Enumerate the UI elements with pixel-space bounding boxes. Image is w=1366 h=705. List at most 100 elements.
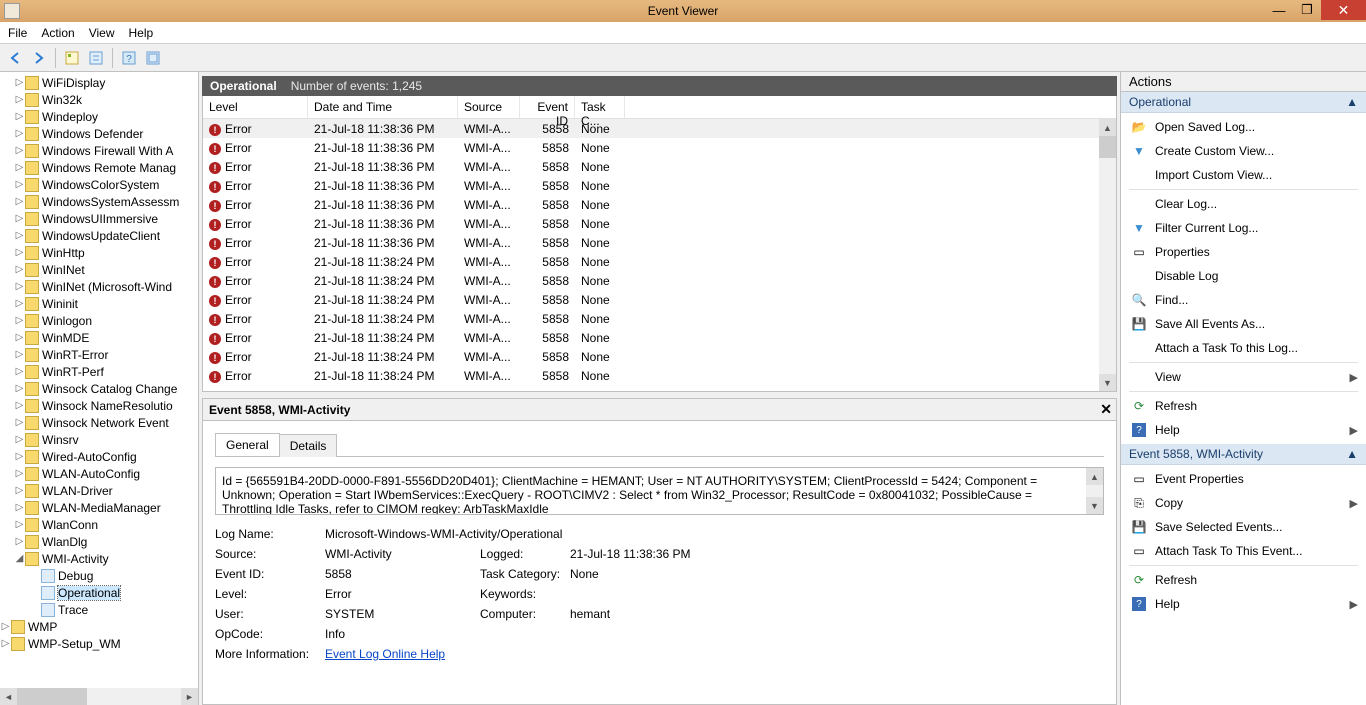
table-row[interactable]: !Error21-Jul-18 11:38:36 PMWMI-A...5858N…	[203, 195, 1116, 214]
tree-item[interactable]: ▷WinINet (Microsoft-Wind	[0, 278, 198, 295]
tree-item[interactable]: ▷WMP-Setup_WM	[0, 635, 198, 652]
description-box[interactable]: Id = {565591B4-20DD-0000-F891-5556DD20D4…	[215, 467, 1104, 515]
forward-button[interactable]	[28, 47, 50, 69]
table-row[interactable]: !Error21-Jul-18 11:38:36 PMWMI-A...5858N…	[203, 176, 1116, 195]
vertical-scrollbar[interactable]: ▲▼	[1099, 119, 1116, 391]
tree-item[interactable]: ▷WindowsUIImmersive	[0, 210, 198, 227]
action-item[interactable]: 💾Save Selected Events...	[1121, 515, 1366, 539]
action-item[interactable]: ⟳Refresh	[1121, 394, 1366, 418]
show-tree-button[interactable]	[61, 47, 83, 69]
tree-pane: ▷WiFiDisplay▷Win32k▷Windeploy▷Windows De…	[0, 72, 199, 705]
action-item[interactable]: 💾Save All Events As...	[1121, 312, 1366, 336]
action-item[interactable]: ⟳Refresh	[1121, 568, 1366, 592]
horizontal-scrollbar[interactable]: ◄►	[0, 688, 198, 705]
action-item[interactable]: Import Custom View...	[1121, 163, 1366, 187]
table-row[interactable]: !Error21-Jul-18 11:38:24 PMWMI-A...5858N…	[203, 290, 1116, 309]
action-item[interactable]: ▭Event Properties	[1121, 467, 1366, 491]
tree-item[interactable]: ▷WLAN-MediaManager	[0, 499, 198, 516]
menu-action[interactable]: Action	[41, 26, 74, 40]
table-row[interactable]: !Error21-Jul-18 11:38:24 PMWMI-A...5858N…	[203, 252, 1116, 271]
more-info-link[interactable]: Event Log Online Help	[325, 647, 445, 661]
action-item[interactable]: ⎘Copy▶	[1121, 491, 1366, 515]
tree-item-child[interactable]: Operational	[0, 584, 198, 601]
action-item[interactable]: ?Help▶	[1121, 418, 1366, 442]
action-item[interactable]: View▶	[1121, 365, 1366, 389]
tab-general[interactable]: General	[215, 433, 280, 456]
description-scrollbar[interactable]: ▲▼	[1086, 468, 1103, 514]
action-item[interactable]: Clear Log...	[1121, 192, 1366, 216]
menu-file[interactable]: File	[8, 26, 27, 40]
tree-item[interactable]: ▷WMP	[0, 618, 198, 635]
table-row[interactable]: !Error21-Jul-18 11:38:24 PMWMI-A...5858N…	[203, 271, 1116, 290]
tree-item[interactable]: ▷Windows Firewall With A	[0, 142, 198, 159]
tree-item[interactable]: ▷WlanDlg	[0, 533, 198, 550]
tree-item-child[interactable]: Trace	[0, 601, 198, 618]
toolbar-icon-4[interactable]	[142, 47, 164, 69]
actions-section-event[interactable]: Event 5858, WMI-Activity▲	[1121, 444, 1366, 465]
tree-item[interactable]: ▷WiFiDisplay	[0, 74, 198, 91]
table-row[interactable]: !Error21-Jul-18 11:38:36 PMWMI-A...5858N…	[203, 138, 1116, 157]
tab-details[interactable]: Details	[279, 434, 338, 457]
tree-item[interactable]: ▷WinHttp	[0, 244, 198, 261]
tree-label: Winsock NameResolutio	[42, 399, 173, 413]
action-item[interactable]: 📂Open Saved Log...	[1121, 115, 1366, 139]
action-icon	[1131, 340, 1147, 356]
tree-item[interactable]: ▷WlanConn	[0, 516, 198, 533]
event-count: Number of events: 1,245	[291, 79, 422, 93]
col-source[interactable]: Source	[458, 96, 520, 118]
col-level[interactable]: Level	[203, 96, 308, 118]
menu-view[interactable]: View	[89, 26, 115, 40]
tree-item[interactable]: ▷WinMDE	[0, 329, 198, 346]
tree-item[interactable]: ▷WinRT-Perf	[0, 363, 198, 380]
table-row[interactable]: !Error21-Jul-18 11:38:24 PMWMI-A...5858N…	[203, 328, 1116, 347]
table-row[interactable]: !Error21-Jul-18 11:38:24 PMWMI-A...5858N…	[203, 366, 1116, 385]
col-date[interactable]: Date and Time	[308, 96, 458, 118]
tree-item[interactable]: ▷WindowsUpdateClient	[0, 227, 198, 244]
table-row[interactable]: !Error21-Jul-18 11:38:36 PMWMI-A...5858N…	[203, 119, 1116, 138]
tree-item[interactable]: ▷Win32k	[0, 91, 198, 108]
col-eventid[interactable]: Event ID	[520, 96, 575, 118]
table-row[interactable]: !Error21-Jul-18 11:38:24 PMWMI-A...5858N…	[203, 309, 1116, 328]
tree-item[interactable]: ▷Windows Remote Manag	[0, 159, 198, 176]
tree-item[interactable]: ▷Winsrv	[0, 431, 198, 448]
action-item[interactable]: 🔍Find...	[1121, 288, 1366, 312]
tree-item[interactable]: ▷Wired-AutoConfig	[0, 448, 198, 465]
action-item[interactable]: ?Help▶	[1121, 592, 1366, 616]
detail-close-button[interactable]: ✕	[1100, 401, 1112, 418]
tree-item-wmi[interactable]: ◢WMI-Activity	[0, 550, 198, 567]
tree-item[interactable]: ▷Winsock Catalog Change	[0, 380, 198, 397]
tree-item[interactable]: ▷Windeploy	[0, 108, 198, 125]
tree-item[interactable]: ▷WindowsColorSystem	[0, 176, 198, 193]
action-item[interactable]: Disable Log	[1121, 264, 1366, 288]
tree-item[interactable]: ▷Wininit	[0, 295, 198, 312]
action-item[interactable]: ▼Filter Current Log...	[1121, 216, 1366, 240]
help-button[interactable]: ?	[118, 47, 140, 69]
tree-item[interactable]: ▷Winsock NameResolutio	[0, 397, 198, 414]
tree-item[interactable]: ▷WLAN-AutoConfig	[0, 465, 198, 482]
back-button[interactable]	[4, 47, 26, 69]
action-item[interactable]: Attach a Task To this Log...	[1121, 336, 1366, 360]
tree-item[interactable]: ▷WinINet	[0, 261, 198, 278]
close-button[interactable]: ✕	[1321, 0, 1366, 20]
table-row[interactable]: !Error21-Jul-18 11:38:36 PMWMI-A...5858N…	[203, 233, 1116, 252]
tree-item[interactable]: ▷WinRT-Error	[0, 346, 198, 363]
minimize-button[interactable]: —	[1265, 0, 1293, 20]
col-task[interactable]: Task C...	[575, 96, 625, 118]
menu-help[interactable]: Help	[129, 26, 154, 40]
tree-item[interactable]: ▷WLAN-Driver	[0, 482, 198, 499]
tree-item[interactable]: ▷Windows Defender	[0, 125, 198, 142]
table-row[interactable]: !Error21-Jul-18 11:38:36 PMWMI-A...5858N…	[203, 214, 1116, 233]
action-item[interactable]: ▭Properties	[1121, 240, 1366, 264]
tree-item[interactable]: ▷Winlogon	[0, 312, 198, 329]
actions-section-operational[interactable]: Operational▲	[1121, 92, 1366, 113]
action-item[interactable]: ▭Attach Task To This Event...	[1121, 539, 1366, 563]
tree-item[interactable]: ▷Winsock Network Event	[0, 414, 198, 431]
table-row[interactable]: !Error21-Jul-18 11:38:24 PMWMI-A...5858N…	[203, 347, 1116, 366]
toolbar-icon-2[interactable]	[85, 47, 107, 69]
tree-item[interactable]: ▷WindowsSystemAssessm	[0, 193, 198, 210]
maximize-button[interactable]: ❐	[1293, 0, 1321, 20]
action-item[interactable]: ▼Create Custom View...	[1121, 139, 1366, 163]
folder-icon	[25, 76, 39, 90]
table-row[interactable]: !Error21-Jul-18 11:38:36 PMWMI-A...5858N…	[203, 157, 1116, 176]
tree-item-child[interactable]: Debug	[0, 567, 198, 584]
